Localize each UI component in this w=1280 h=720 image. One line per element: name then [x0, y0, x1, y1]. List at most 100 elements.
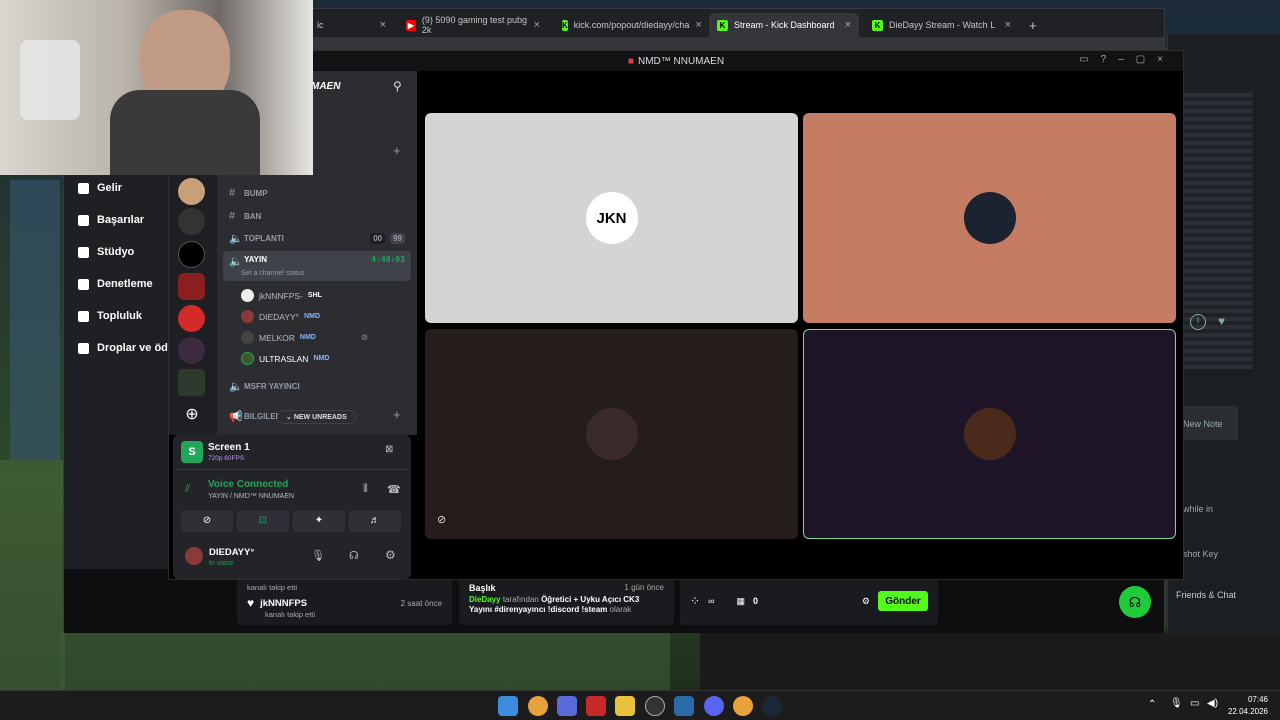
- disconnect-icon[interactable]: ☎: [387, 483, 401, 496]
- gear-icon[interactable]: ⚙: [862, 596, 870, 607]
- nav-item-studyo[interactable]: Stüdyo: [78, 246, 134, 258]
- screen-share-icon: S: [181, 441, 203, 463]
- avatar: [241, 331, 254, 344]
- close-icon[interactable]: ×: [380, 19, 386, 31]
- avatar: [241, 352, 254, 365]
- discord-icon[interactable]: [704, 696, 724, 716]
- new-unreads-pill[interactable]: ⌄ NEW UNREADS: [277, 410, 356, 424]
- add-server-button[interactable]: ⊕: [182, 405, 202, 425]
- avatar: [963, 408, 1016, 460]
- follow-card: kanalı takip etti ♥ jkNNNFPS 2 saat önce…: [237, 577, 452, 625]
- support-headset-button[interactable]: ☊: [1119, 586, 1151, 618]
- server-folder[interactable]: [178, 369, 205, 396]
- window-controls[interactable]: ▭?–▢×: [1079, 54, 1175, 65]
- drops-icon: [78, 342, 89, 354]
- activities-button[interactable]: ✦: [293, 510, 345, 532]
- microphone-icon[interactable]: 🎙: [1170, 698, 1183, 709]
- nav-item-topluluk[interactable]: Topluluk: [78, 310, 142, 322]
- stop-stream-icon[interactable]: ⊠: [385, 444, 393, 455]
- add-user-icon[interactable]: ⚲: [393, 79, 402, 93]
- channel-yayin[interactable]: 🔈 YAYIN 4:40:03 Set a channel status: [223, 251, 411, 281]
- app-icon[interactable]: [586, 696, 606, 716]
- voice-call-grid: JKN ⊘: [417, 71, 1183, 579]
- start-icon[interactable]: [498, 696, 518, 716]
- server-icon[interactable]: [178, 305, 205, 332]
- noise-suppression-icon[interactable]: ⦀: [363, 483, 368, 496]
- app-icon[interactable]: [674, 696, 694, 716]
- channel-bump[interactable]: # BUMP: [223, 183, 411, 203]
- signal-icon: ⫽: [185, 483, 190, 495]
- discord-window: ■ NMD™ NNUMAEN ▭?–▢× ⊕ MAEN ⚲ + # BUMP # B…: [168, 50, 1184, 580]
- game-block: [0, 460, 65, 690]
- voice-user[interactable]: DIEDAYY° NMD: [241, 310, 320, 323]
- network-icon[interactable]: ▭: [1190, 698, 1199, 709]
- participant-tile-speaking[interactable]: [803, 329, 1176, 539]
- game-block: [10, 180, 60, 460]
- soundboard-button[interactable]: ♬: [349, 510, 401, 532]
- server-name[interactable]: MAEN: [311, 81, 340, 92]
- browser-tab[interactable]: ic ×: [309, 13, 394, 37]
- nav-item-basarilar[interactable]: Başarılar: [78, 214, 144, 226]
- hash-icon: #: [229, 187, 236, 199]
- income-icon: [78, 182, 89, 194]
- participant-tile[interactable]: JKN: [425, 113, 798, 323]
- avatar: [241, 289, 254, 302]
- volume-icon[interactable]: ◀): [1207, 698, 1218, 709]
- info-icon[interactable]: i: [1190, 314, 1206, 330]
- steam-icon[interactable]: [762, 696, 782, 716]
- nav-item-denetleme[interactable]: Denetleme: [78, 278, 153, 290]
- browser-tab[interactable]: K kick.com/popout/diedayy/cha ×: [554, 13, 704, 37]
- participant-tile[interactable]: [803, 113, 1176, 323]
- app-icon[interactable]: [557, 696, 577, 716]
- voice-user[interactable]: jkNNNFPS- SHL: [241, 289, 322, 302]
- participant-tile[interactable]: ⊘: [425, 329, 798, 539]
- user-panel: S Screen 1 720p 60FPS ⊠ ⫽ Voice Connecte…: [173, 435, 411, 579]
- game-block: [60, 630, 670, 690]
- chrome-icon[interactable]: [528, 696, 548, 716]
- close-icon[interactable]: ×: [534, 19, 540, 31]
- camera-off-icon: ⊘: [437, 514, 447, 526]
- folder-icon[interactable]: [615, 696, 635, 716]
- note-card[interactable]: New Note: [1178, 406, 1238, 440]
- browser-tab[interactable]: ▶ (9) 5090 gaming test pubg 2k ×: [398, 13, 548, 37]
- voice-user[interactable]: MELKOR NMD ⊘: [241, 331, 368, 344]
- browser-tab-active[interactable]: K Stream - Kick Dashboard ×: [709, 13, 859, 37]
- create-channel-icon[interactable]: +: [393, 407, 401, 422]
- nav-item-gelir[interactable]: Gelir: [78, 182, 122, 194]
- community-icon: [78, 310, 89, 322]
- server-icon[interactable]: [178, 337, 205, 364]
- channel-msfr-yayinci[interactable]: 🔈 MSFR YAYINCI: [223, 376, 411, 396]
- server-icon[interactable]: [178, 208, 205, 235]
- nav-item-droplar[interactable]: Droplar ve öd: [78, 342, 168, 354]
- close-icon[interactable]: ×: [695, 19, 701, 31]
- headphones-icon[interactable]: ☊: [349, 549, 359, 562]
- avatar: [963, 192, 1016, 244]
- clock[interactable]: 07:46 22.04.2026: [1228, 694, 1268, 718]
- new-tab-button[interactable]: +: [1021, 13, 1041, 37]
- avatar: [585, 408, 638, 460]
- obs-icon[interactable]: [645, 696, 665, 716]
- microphone-icon[interactable]: 🎙: [311, 549, 325, 562]
- browser-tab[interactable]: K DieDayy Stream - Watch L ×: [864, 13, 1019, 37]
- muted-icon: ⊘: [360, 332, 368, 342]
- heart-icon[interactable]: ♥: [1218, 314, 1234, 330]
- camera-off-button[interactable]: ⊘: [181, 510, 233, 532]
- server-icon[interactable]: [178, 273, 205, 300]
- voice-user[interactable]: ULTRASLAN NMD: [241, 352, 329, 365]
- server-icon[interactable]: [178, 178, 205, 205]
- channel-ban[interactable]: # BAN: [223, 206, 411, 226]
- channel-toplanti[interactable]: 🔈 TOPLANTI 00 99: [223, 228, 411, 248]
- avatar[interactable]: [185, 547, 203, 565]
- screen-share-button[interactable]: ⊡: [237, 510, 289, 532]
- close-icon[interactable]: ×: [1005, 19, 1011, 31]
- send-button[interactable]: Gönder: [878, 591, 928, 611]
- chrome-icon[interactable]: [733, 696, 753, 716]
- avatar: JKN: [585, 192, 638, 244]
- server-icon[interactable]: [178, 241, 205, 268]
- settings-gear-icon[interactable]: ⚙: [385, 548, 396, 562]
- close-icon[interactable]: ×: [845, 19, 851, 31]
- game-block: [700, 630, 1280, 690]
- studio-icon: [78, 246, 89, 258]
- tray-chevron-icon[interactable]: ⌃: [1148, 699, 1156, 710]
- create-channel-icon[interactable]: +: [393, 143, 401, 158]
